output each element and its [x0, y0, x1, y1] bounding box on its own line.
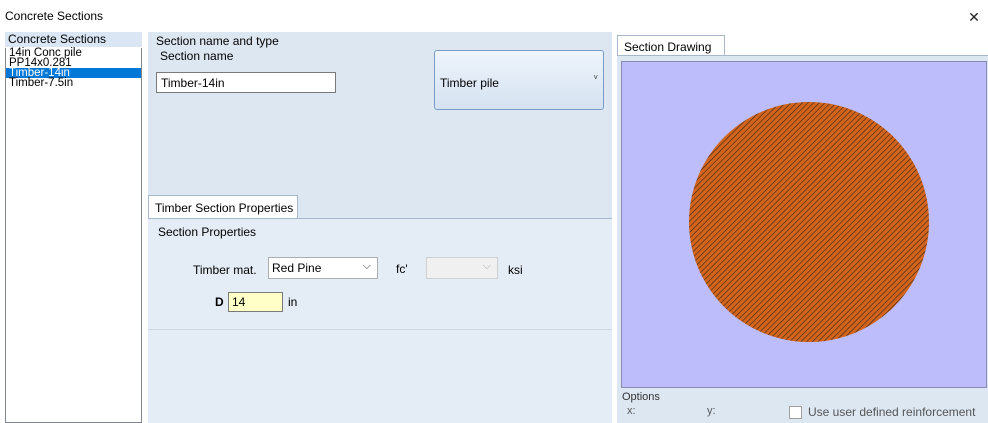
timber-section-shape [689, 102, 929, 342]
y-coord-label: y: [707, 405, 716, 417]
chevron-down-icon: ⌵ [482, 260, 491, 272]
user-reinforcement-checkbox[interactable] [789, 406, 802, 419]
section-properties-group-label: Section Properties [158, 225, 257, 239]
tab-section-drawing[interactable]: Section Drawing [617, 35, 725, 56]
section-list[interactable]: 14in Conc pile PP14x0.281 Timber-14in Ti… [5, 47, 142, 423]
section-list-item[interactable]: Timber-7.5in [6, 77, 141, 89]
section-drawing-panel: Options x: y: Use user defined reinforce… [617, 55, 988, 423]
close-icon[interactable]: ✕ [966, 9, 982, 25]
title-bar: Concrete Sections ✕ [0, 0, 988, 30]
tab-timber-section-properties[interactable]: Timber Section Properties [148, 195, 298, 219]
fc-unit-label: ksi [508, 263, 523, 277]
window-title: Concrete Sections [5, 9, 104, 23]
fc-select[interactable]: ⌵ [426, 257, 498, 279]
chevron-down-icon: ˅ [593, 73, 598, 82]
options-label: Options [622, 391, 660, 403]
timber-properties-panel: Section Properties Timber mat. Red Pine … [148, 218, 612, 423]
section-drawing-canvas[interactable] [621, 61, 987, 388]
d-unit-label: in [288, 295, 298, 309]
timber-mat-label: Timber mat. [193, 263, 257, 277]
timber-mat-value: Red Pine [272, 261, 322, 275]
group-divider [148, 329, 612, 330]
fc-label: fc' [396, 262, 408, 276]
section-drawing [689, 102, 929, 342]
section-properties-panel: Section name and type Section name Timbe… [148, 32, 612, 423]
section-type-select[interactable]: Timber pile ˅ [434, 50, 604, 110]
chevron-down-icon: ⌵ [362, 260, 371, 272]
section-list-header: Concrete Sections [5, 32, 142, 47]
d-label: D [215, 295, 224, 309]
section-name-label: Section name [160, 49, 234, 63]
user-reinforcement-label: Use user defined reinforcement [808, 405, 976, 419]
diameter-input[interactable] [228, 292, 283, 312]
x-coord-label: x: [627, 405, 636, 417]
timber-mat-select[interactable]: Red Pine ⌵ [268, 257, 378, 279]
section-name-input[interactable] [156, 72, 336, 93]
name-type-group-label: Section name and type [156, 34, 279, 48]
section-type-value: Timber pile [440, 76, 499, 90]
